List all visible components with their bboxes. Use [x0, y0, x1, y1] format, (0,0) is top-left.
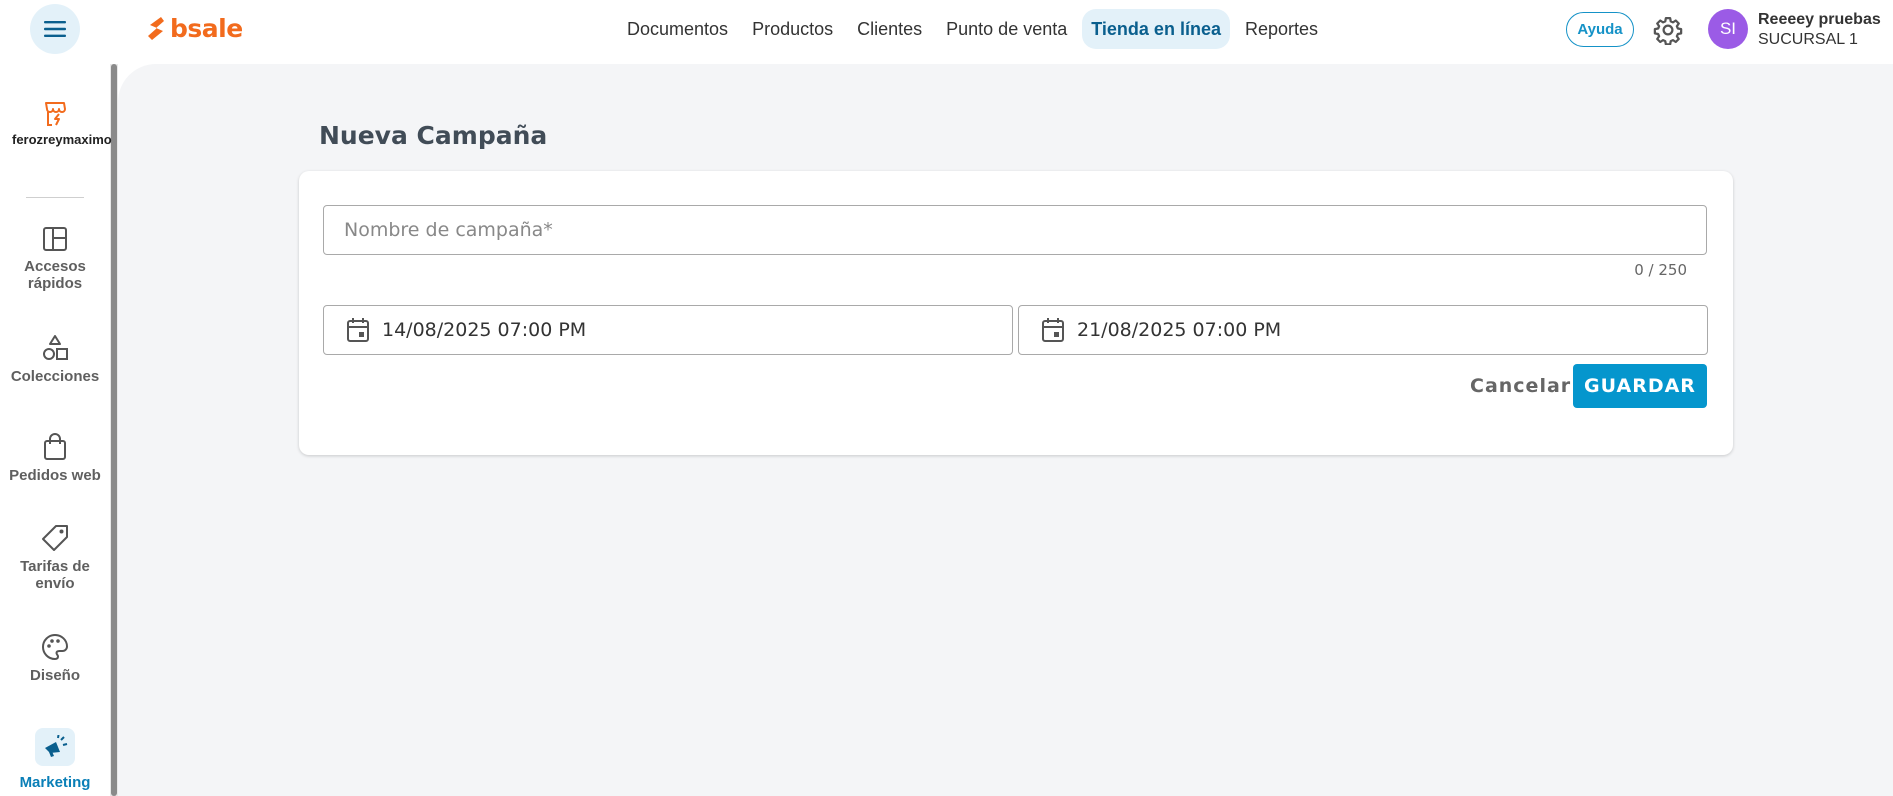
- sidebar-item-label: Diseño: [29, 667, 80, 684]
- hamburger-menu-button[interactable]: [30, 4, 80, 54]
- sidebar-scrollbar-thumb[interactable]: [111, 64, 117, 796]
- shapes-icon: [43, 335, 68, 360]
- campaign-form-card: 0 / 250 14/08/2025 07:00 PM 21/08/2025 0…: [299, 171, 1733, 455]
- user-branch: SUCURSAL 1: [1758, 31, 1858, 48]
- store-selector[interactable]: ferozreymaximo: [0, 100, 112, 147]
- nav-documentos[interactable]: Documentos: [618, 9, 737, 49]
- bsale-logo[interactable]: bsale: [146, 14, 243, 43]
- calendar-icon: [1042, 318, 1064, 342]
- character-counter: 0 / 250: [1634, 261, 1687, 279]
- nav-reportes[interactable]: Reportes: [1236, 9, 1327, 49]
- shopping-bag-icon: [44, 433, 66, 460]
- nav-punto-de-venta[interactable]: Punto de venta: [937, 9, 1076, 49]
- sidebar-item-colecciones[interactable]: Colecciones: [0, 334, 110, 385]
- sidebar-item-pedidos-web[interactable]: Pedidos web: [0, 433, 110, 484]
- sidebar-item-label: Colecciones: [10, 368, 100, 385]
- main-nav: Documentos Productos Clientes Punto de v…: [618, 9, 1327, 49]
- calendar-icon: [347, 318, 369, 342]
- sidebar-item-label: Tarifas de envío: [20, 558, 90, 592]
- store-icon: [45, 102, 66, 126]
- sidebar-item-label: Accesos rápidos: [24, 258, 86, 292]
- store-name: ferozreymaximo: [12, 132, 112, 147]
- menu-icon: [44, 21, 66, 37]
- user-name[interactable]: Reeeey pruebas: [1758, 11, 1881, 29]
- start-date-value: 14/08/2025 07:00 PM: [382, 319, 587, 341]
- sidebar-item-label: Marketing: [19, 774, 91, 791]
- tag-icon: [42, 525, 68, 551]
- save-button[interactable]: GUARDAR: [1573, 364, 1707, 408]
- active-icon-background: [35, 728, 75, 766]
- cancel-button[interactable]: Cancelar: [1470, 364, 1571, 408]
- page-title: Nueva Campaña: [319, 121, 548, 150]
- sidebar: [0, 64, 110, 796]
- campaign-name-field[interactable]: [323, 205, 1707, 255]
- settings-gear-icon[interactable]: [1653, 15, 1683, 45]
- end-date-field[interactable]: 21/08/2025 07:00 PM: [1018, 305, 1708, 355]
- logo-text: bsale: [170, 14, 243, 43]
- end-date-value: 21/08/2025 07:00 PM: [1077, 319, 1282, 341]
- nav-clientes[interactable]: Clientes: [848, 9, 931, 49]
- sidebar-item-accesos-rapidos[interactable]: Accesos rápidos: [0, 226, 110, 292]
- campaign-name-input[interactable]: [324, 206, 1706, 254]
- help-button[interactable]: Ayuda: [1566, 12, 1634, 47]
- start-date-field[interactable]: 14/08/2025 07:00 PM: [323, 305, 1013, 355]
- megaphone-icon: [45, 735, 68, 757]
- nav-tienda-en-linea[interactable]: Tienda en línea: [1082, 9, 1230, 49]
- nav-productos[interactable]: Productos: [743, 9, 842, 49]
- sidebar-item-marketing[interactable]: Marketing: [0, 728, 110, 791]
- palette-icon: [42, 633, 69, 661]
- sidebar-item-label: Pedidos web: [9, 467, 101, 484]
- sidebar-divider: [26, 197, 84, 198]
- top-bar: bsale Documentos Productos Clientes Punt…: [0, 0, 1893, 64]
- user-avatar[interactable]: SI: [1708, 9, 1748, 49]
- sidebar-item-diseno[interactable]: Diseño: [0, 633, 110, 684]
- sidebar-item-tarifas-de-envio[interactable]: Tarifas de envío: [0, 524, 110, 592]
- bsale-logo-icon: [148, 16, 164, 40]
- layout-icon: [43, 227, 67, 251]
